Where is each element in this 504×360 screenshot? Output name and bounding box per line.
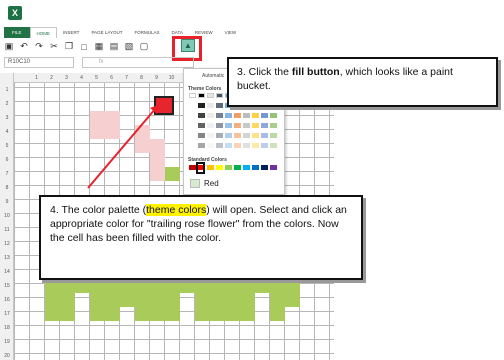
pointer-arrow-icon <box>87 104 160 189</box>
tutorial-screenshot: X FILE HOME INSERT PAGE LAYOUT FORMULAS … <box>0 0 504 360</box>
